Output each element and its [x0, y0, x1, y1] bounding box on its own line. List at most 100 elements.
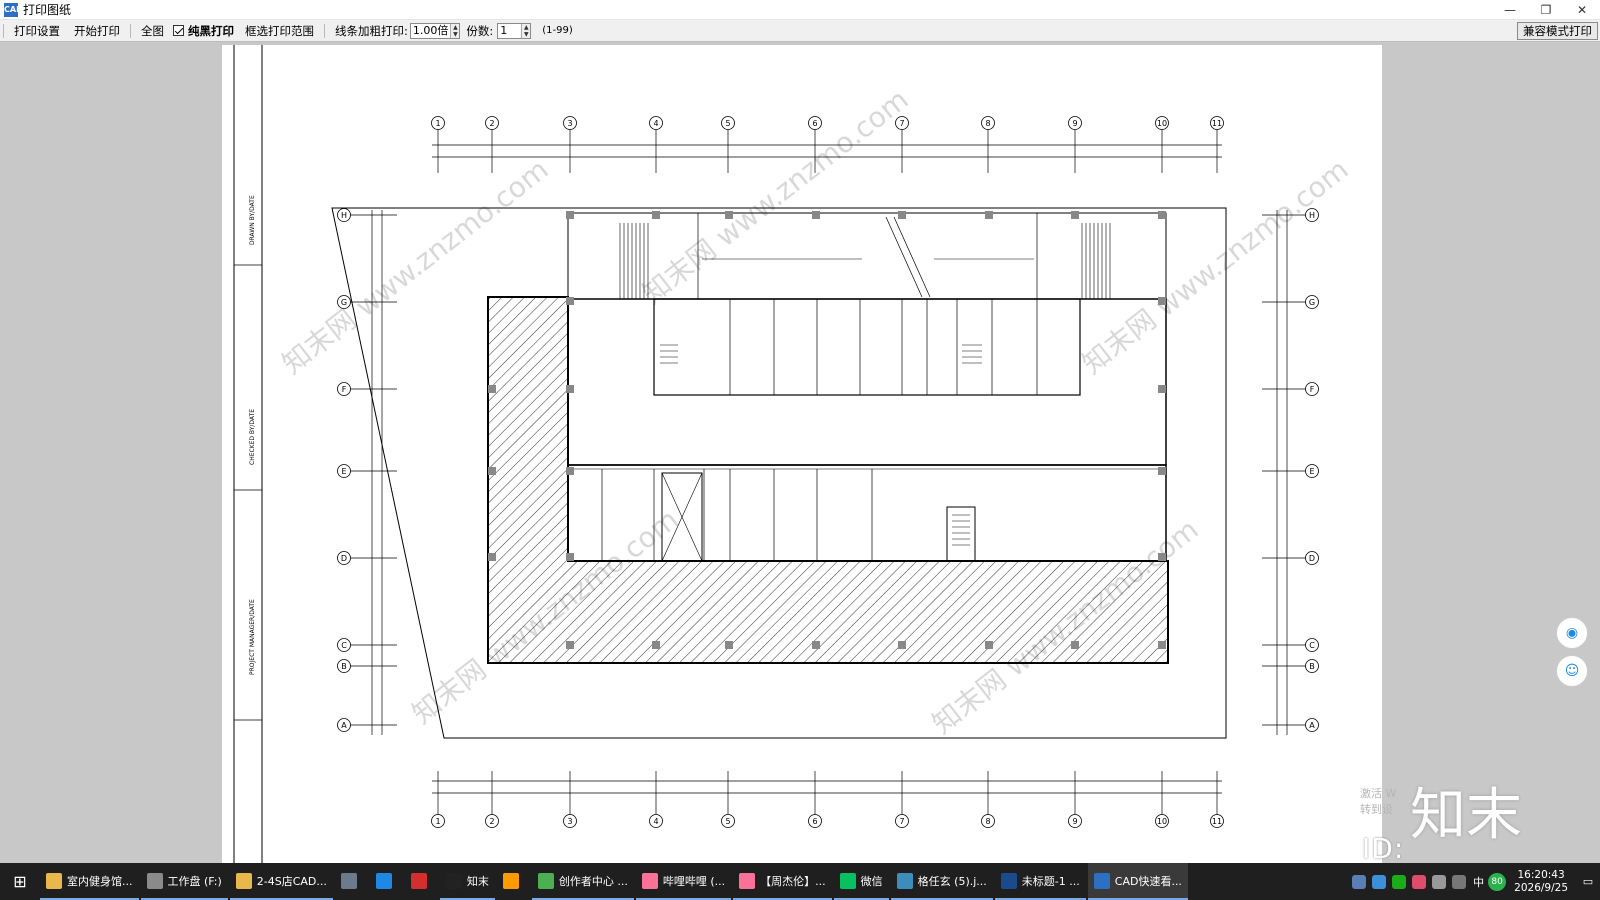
- activate-text: 激活 W: [1360, 787, 1397, 800]
- full-view-button[interactable]: 全图: [134, 23, 171, 39]
- taskbar-app-label: 未标题-1 ...: [1021, 874, 1080, 888]
- grid-row-bubble: C: [337, 638, 351, 652]
- grid-column-bubble: 8: [981, 116, 995, 130]
- grid-column-bubble: 10: [1155, 116, 1169, 130]
- grid-bubble-label: B: [1309, 662, 1315, 671]
- grid-bubble-label: 1: [435, 817, 440, 826]
- browser-q-icon: [375, 872, 392, 889]
- grid-column-bubble: 9: [1068, 814, 1082, 828]
- illustrator-icon: [502, 872, 519, 889]
- minimize-button[interactable]: —: [1492, 0, 1528, 20]
- line-bold-label: 线条加粗打印:: [335, 23, 408, 38]
- grid-column-bubble: 11: [1210, 116, 1224, 130]
- window-title: 打印图纸: [23, 3, 72, 17]
- grid-bubble-label: D: [1309, 554, 1315, 563]
- notification-icon[interactable]: ▭: [1576, 875, 1600, 888]
- watermark-text: 知末网 www.znzmo.com: [636, 83, 915, 311]
- grid-bubble-label: 2: [489, 119, 494, 128]
- taskbar-app[interactable]: 【周杰伦】...: [733, 863, 832, 900]
- avatar[interactable]: ☺: [1556, 655, 1588, 687]
- grid-row-bubble: F: [1305, 382, 1319, 396]
- taskbar-app[interactable]: 微信: [833, 863, 889, 900]
- taskbar-apps: 室内健身馆... 工作盘 (F:) 2-4S店CAD... 知末 创作者中心 ... 哔哩…: [40, 863, 1190, 900]
- taskbar-app[interactable]: 2-4S店CAD...: [229, 863, 333, 900]
- grid-bubble-label: H: [341, 211, 347, 220]
- taskbar-app[interactable]: 工作盘 (F:): [140, 863, 228, 900]
- restore-button[interactable]: ❐: [1528, 0, 1564, 20]
- copies-value[interactable]: 1: [498, 24, 521, 38]
- drive-icon: [146, 872, 163, 889]
- stepper-arrows-icon[interactable]: ▲ ▼: [450, 23, 460, 38]
- grid-row-bubble: D: [1305, 551, 1319, 565]
- battery-badge[interactable]: 80: [1488, 872, 1507, 891]
- taskbar-app-label: CAD快速看...: [1114, 874, 1182, 888]
- chrome-icon: [537, 872, 554, 889]
- grid-bubble-label: E: [1309, 467, 1314, 476]
- taskbar-app[interactable]: 哔哩哔哩 (...: [635, 863, 732, 900]
- taskbar-app[interactable]: CAD快速看...: [1087, 863, 1188, 900]
- grid-row-bubble: B: [1305, 659, 1319, 673]
- window-title-bar: CAD 打印图纸 — ❐ ✕: [0, 0, 1600, 20]
- calculator-icon: [340, 872, 357, 889]
- frame-select-range-button[interactable]: 框选打印范围: [238, 23, 321, 39]
- taskbar-app-label: 工作盘 (F:): [167, 874, 222, 888]
- tray-app-icon[interactable]: [1352, 874, 1367, 889]
- copies-stepper[interactable]: 1 ▲ ▼: [497, 22, 532, 39]
- pure-black-print-checkbox[interactable]: 纯黑打印: [171, 23, 238, 39]
- toolbar-separator: [324, 23, 325, 38]
- taskbar-app[interactable]: [497, 863, 530, 900]
- grid-column-bubble: 11: [1210, 814, 1224, 828]
- line-bold-value[interactable]: 1.00倍: [411, 24, 451, 38]
- grid-row-bubble: C: [1305, 638, 1319, 652]
- print-toolbar: 打印设置 开始打印 全图 纯黑打印 框选打印范围 线条加粗打印: 1.00倍 ▲…: [0, 20, 1600, 42]
- grid-bubble-label: 10: [1157, 119, 1167, 128]
- stepper-arrows-icon[interactable]: ▲ ▼: [521, 23, 531, 38]
- taskbar-app-label: 创作者中心 ...: [558, 874, 628, 888]
- print-preview-area[interactable]: PROJECT MANAGER/DATE CHECKED BY/DATE DRA…: [0, 43, 1600, 863]
- taskbar-app-label: 2-4S店CAD...: [256, 874, 327, 888]
- wechat-tray-icon[interactable]: [1392, 874, 1407, 889]
- start-icon[interactable]: ⊞: [0, 863, 40, 900]
- volume-icon[interactable]: [1452, 874, 1467, 889]
- print-settings-button[interactable]: 打印设置: [7, 23, 67, 39]
- input-language[interactable]: 中: [1469, 874, 1488, 890]
- taskbar-app[interactable]: 创作者中心 ...: [531, 863, 634, 900]
- compat-mode-print-button[interactable]: 兼容模式打印: [1517, 22, 1598, 40]
- tray-app-icon[interactable]: [1412, 874, 1427, 889]
- taskbar-app[interactable]: [335, 863, 368, 900]
- grid-column-bubble: 3: [563, 116, 577, 130]
- grid-bubble-label: B: [341, 662, 347, 671]
- grid-bubble-label: 3: [567, 119, 572, 128]
- grid-column-bubble: 4: [649, 116, 663, 130]
- wifi-icon[interactable]: [1432, 874, 1447, 889]
- taskbar-app[interactable]: 知末: [439, 863, 495, 900]
- grid-column-bubble: 8: [981, 814, 995, 828]
- taskbar-clock[interactable]: 16:20:43 2026/9/25: [1506, 869, 1576, 895]
- title-block-drawn-by: DRAWN BY/DATE: [249, 195, 256, 245]
- grid-row-bubble: B: [337, 659, 351, 673]
- grid-bubble-label: 3: [567, 817, 572, 826]
- cad-viewer-icon: [1093, 872, 1110, 889]
- start-print-button[interactable]: 开始打印: [67, 23, 127, 39]
- line-bold-stepper[interactable]: 1.00倍 ▲ ▼: [409, 22, 461, 39]
- taskbar-app-label: 室内健身馆...: [67, 874, 133, 888]
- taskbar-app[interactable]: 格任玄 (5).j...: [890, 863, 993, 900]
- grid-bubble-label: 9: [1072, 119, 1077, 128]
- close-button[interactable]: ✕: [1564, 0, 1600, 20]
- grid-row-bubble: H: [337, 208, 351, 222]
- grid-row-bubble: E: [337, 464, 351, 478]
- taskbar-app[interactable]: 未标题-1 ...: [994, 863, 1086, 900]
- grid-column-bubble: 1: [431, 814, 445, 828]
- taskbar-app[interactable]: 室内健身馆...: [40, 863, 139, 900]
- tray-app-icon[interactable]: [1372, 874, 1387, 889]
- taskbar-app[interactable]: [405, 863, 438, 900]
- grid-column-bubble: 3: [563, 814, 577, 828]
- checkbox-checked-icon[interactable]: [173, 25, 184, 36]
- assistant-bubble-icon[interactable]: ◉: [1556, 617, 1588, 649]
- grid-bubble-label: 1: [435, 119, 440, 128]
- grid-column-bubble: 10: [1155, 814, 1169, 828]
- grid-column-bubble: 6: [808, 814, 822, 828]
- grid-column-bubble: 4: [649, 814, 663, 828]
- taskbar-app[interactable]: [370, 863, 403, 900]
- bilibili-icon: [739, 872, 756, 889]
